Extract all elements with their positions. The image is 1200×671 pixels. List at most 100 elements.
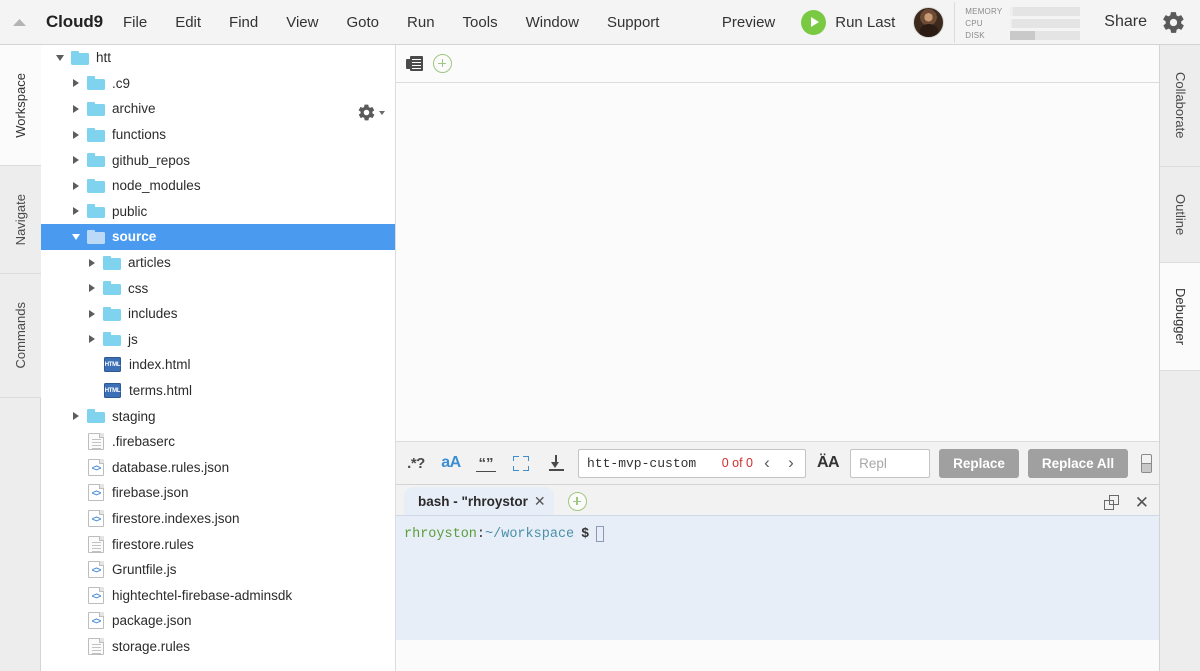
tree-row[interactable]: functions <box>41 122 395 148</box>
sidebar-tab-debugger[interactable]: Debugger <box>1160 263 1200 371</box>
gauge-disk-fill <box>1010 31 1036 40</box>
replace-button[interactable]: Replace <box>939 448 1019 478</box>
close-icon[interactable]: ✕ <box>1135 494 1149 511</box>
folder-icon <box>87 76 105 91</box>
run-last-button[interactable]: Run Last <box>789 0 907 45</box>
menu-item-edit[interactable]: Edit <box>161 0 215 45</box>
tree-row[interactable]: staging <box>41 403 395 429</box>
replace-all-button[interactable]: Replace All <box>1027 448 1129 478</box>
prompt-user: rhroyston <box>404 526 477 542</box>
terminal-tab[interactable]: bash - "rhroystor ✕ <box>404 487 554 515</box>
close-icon[interactable]: ✕ <box>534 493 546 510</box>
tree-row[interactable]: <> Gruntfile.js <box>41 557 395 583</box>
tree-row[interactable]: .c9 <box>41 71 395 97</box>
chevron-right-icon[interactable] <box>69 205 82 218</box>
sidebar-tab-debugger-label: Debugger <box>1173 287 1188 346</box>
caret-up-icon[interactable] <box>0 0 38 45</box>
menu-item-support[interactable]: Support <box>593 0 674 45</box>
pages-list-icon[interactable] <box>406 56 423 71</box>
restore-window-icon[interactable] <box>1103 495 1119 510</box>
avatar[interactable] <box>913 6 945 38</box>
menu-item-file[interactable]: File <box>109 0 161 45</box>
tree-row[interactable]: node_modules <box>41 173 395 199</box>
tree-row-label: Gruntfile.js <box>112 562 177 578</box>
whole-word-icon[interactable]: “” <box>473 449 499 477</box>
menu-item-run[interactable]: Run <box>393 0 449 45</box>
chevron-right-icon[interactable] <box>69 102 82 115</box>
panel-layout-icon[interactable] <box>1141 453 1152 473</box>
plus-circle-icon[interactable] <box>567 492 587 511</box>
tree-row[interactable]: HTML index.html <box>41 352 395 378</box>
sidebar-tab-workspace[interactable]: Workspace <box>0 45 41 166</box>
tree-row[interactable]: .firebaserc <box>41 429 395 455</box>
file-tree-panel[interactable]: htt .c9 archive functions github_repos node_m… <box>41 45 396 671</box>
search-input[interactable]: htt-mvp-custom 0 of 0 ‹ › <box>578 448 806 478</box>
tree-row[interactable]: HTML terms.html <box>41 378 395 404</box>
chevron-right-icon[interactable] <box>69 179 82 192</box>
chevron-right-icon[interactable] <box>85 256 98 269</box>
code-file-icon: <> <box>88 561 104 579</box>
tree-row[interactable]: public <box>41 199 395 225</box>
prompt-path: ~/workspace <box>485 526 575 542</box>
tree-row[interactable]: includes <box>41 301 395 327</box>
code-file-icon: <> <box>88 509 104 527</box>
sidebar-tab-commands[interactable]: Commands <box>0 274 41 398</box>
chevron-right-icon[interactable] <box>69 77 82 90</box>
chevron-down-icon[interactable] <box>53 51 66 64</box>
tree-row[interactable]: articles <box>41 250 395 276</box>
terminal-output[interactable]: rhroyston : ~/workspace $ <box>396 516 1159 640</box>
editor-content-area[interactable] <box>396 83 1159 442</box>
tree-row[interactable]: archive <box>41 96 395 122</box>
menu-item-goto[interactable]: Goto <box>332 0 393 45</box>
chevron-right-icon[interactable] <box>85 333 98 346</box>
find-prev-icon[interactable]: ‹ <box>757 450 777 477</box>
sidebar-tab-outline[interactable]: Outline <box>1160 167 1200 263</box>
menu-item-tools[interactable]: Tools <box>449 0 512 45</box>
tree-row[interactable]: js <box>41 327 395 353</box>
block-cursor <box>596 526 605 542</box>
tree-row[interactable]: css <box>41 275 395 301</box>
regex-icon[interactable]: .*? <box>403 449 429 477</box>
tree-row[interactable]: <> hightechtel-firebase-adminsdk <box>41 582 395 608</box>
gauge-memory-fill <box>1010 7 1014 16</box>
chevron-right-icon[interactable] <box>69 410 82 423</box>
tree-row[interactable]: <> package.json <box>41 608 395 634</box>
search-in-selection-icon[interactable] <box>508 449 534 477</box>
html-file-icon: HTML <box>104 383 121 399</box>
tree-settings-button[interactable] <box>357 103 385 122</box>
tree-row[interactable]: firestore.rules <box>41 531 395 557</box>
sidebar-tab-navigate-label: Navigate <box>13 193 28 246</box>
preview-button[interactable]: Preview <box>708 0 789 45</box>
chevron-right-icon[interactable] <box>69 154 82 167</box>
chevron-down-icon[interactable] <box>69 230 82 243</box>
tree-row[interactable]: storage.rules <box>41 634 395 660</box>
menu-item-find[interactable]: Find <box>215 0 272 45</box>
tree-row[interactable]: source <box>41 224 395 250</box>
chevron-right-icon[interactable] <box>69 128 82 141</box>
wrap-search-icon[interactable] <box>543 449 569 477</box>
share-button[interactable]: Share <box>1088 0 1159 45</box>
menu-item-window[interactable]: Window <box>512 0 593 45</box>
chevron-right-icon[interactable] <box>85 307 98 320</box>
find-next-icon[interactable]: › <box>781 450 801 477</box>
tree-row[interactable]: github_repos <box>41 147 395 173</box>
tree-row[interactable]: <> firestore.indexes.json <box>41 506 395 532</box>
tree-row-label: terms.html <box>129 383 193 399</box>
sidebar-tab-collaborate[interactable]: Collaborate <box>1160 45 1200 167</box>
tree-row[interactable]: htt <box>41 45 395 71</box>
replace-input[interactable]: Repl <box>850 448 931 478</box>
gear-icon[interactable] <box>1159 0 1200 45</box>
sidebar-tab-navigate[interactable]: Navigate <box>0 166 41 274</box>
expand-replace-icon[interactable]: ÄA <box>815 454 841 472</box>
menu-item-view[interactable]: View <box>272 0 332 45</box>
plus-circle-icon[interactable] <box>433 54 452 73</box>
case-sensitive-icon[interactable]: aA <box>438 449 464 477</box>
tree-row[interactable]: <> database.rules.json <box>41 455 395 481</box>
chevron-right-icon[interactable] <box>85 282 98 295</box>
text-file-icon <box>88 433 104 451</box>
tree-row[interactable]: <> firebase.json <box>41 480 395 506</box>
